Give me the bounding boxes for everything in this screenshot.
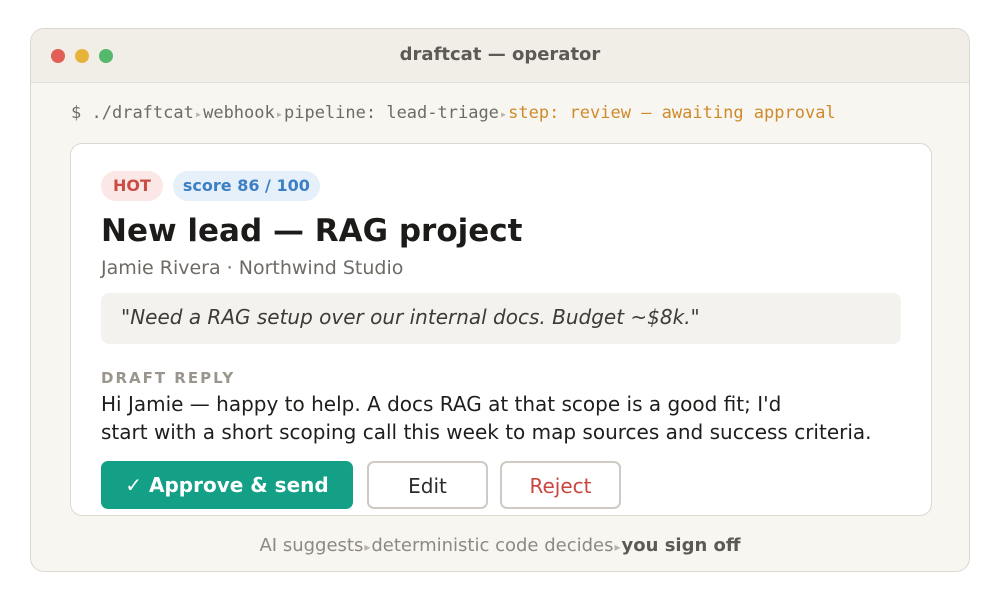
- footer-part: deterministic code decides: [371, 535, 614, 556]
- command-trigger: webhook: [203, 103, 275, 123]
- lead-contact: Jamie Rivera · Northwind Studio: [101, 257, 404, 279]
- separator-icon: ▸: [194, 107, 203, 121]
- app-window: draftcat — operator $ ./draftcat▸webhook…: [30, 28, 970, 572]
- score-badge: score 86 / 100: [172, 171, 320, 201]
- footer-emphasis: you sign off: [621, 535, 741, 556]
- separator-icon: ▸: [614, 540, 621, 554]
- draft-reply-text: Hi Jamie — happy to help. A docs RAG at …: [101, 390, 921, 446]
- reject-button[interactable]: Reject: [500, 461, 621, 509]
- lead-title: New lead — RAG project: [101, 213, 523, 249]
- separator-icon: ▸: [275, 107, 283, 121]
- footer-part: AI suggests: [259, 535, 364, 556]
- command-executable: ./draftcat: [91, 103, 194, 123]
- draft-reply-line: Hi Jamie — happy to help. A docs RAG at …: [101, 392, 782, 416]
- edit-button[interactable]: Edit: [367, 461, 488, 509]
- prompt-symbol: $: [71, 103, 82, 123]
- lead-quote: "Need a RAG setup over our internal docs…: [101, 293, 901, 344]
- hot-badge: HOT: [101, 171, 163, 201]
- approve-send-button[interactable]: ✓ Approve & send: [101, 461, 353, 509]
- draft-reply-line: start with a short scoping call this wee…: [101, 420, 872, 444]
- window-title: draftcat — operator: [399, 44, 601, 65]
- separator-icon: ▸: [499, 107, 508, 121]
- lead-badges: HOT score 86 / 100: [101, 171, 320, 201]
- title-bar: draftcat — operator: [31, 29, 969, 83]
- command-pipeline: pipeline: lead-triage: [283, 103, 499, 123]
- command-line: $ ./draftcat▸webhook▸pipeline: lead-tria…: [71, 103, 836, 123]
- draft-reply-label: DRAFT REPLY: [101, 369, 236, 387]
- footer-tagline: AI suggests▸deterministic code decides▸y…: [31, 535, 969, 556]
- command-step-status: step: review — awaiting approval: [508, 103, 836, 123]
- lead-card: HOT score 86 / 100 New lead — RAG projec…: [70, 143, 932, 516]
